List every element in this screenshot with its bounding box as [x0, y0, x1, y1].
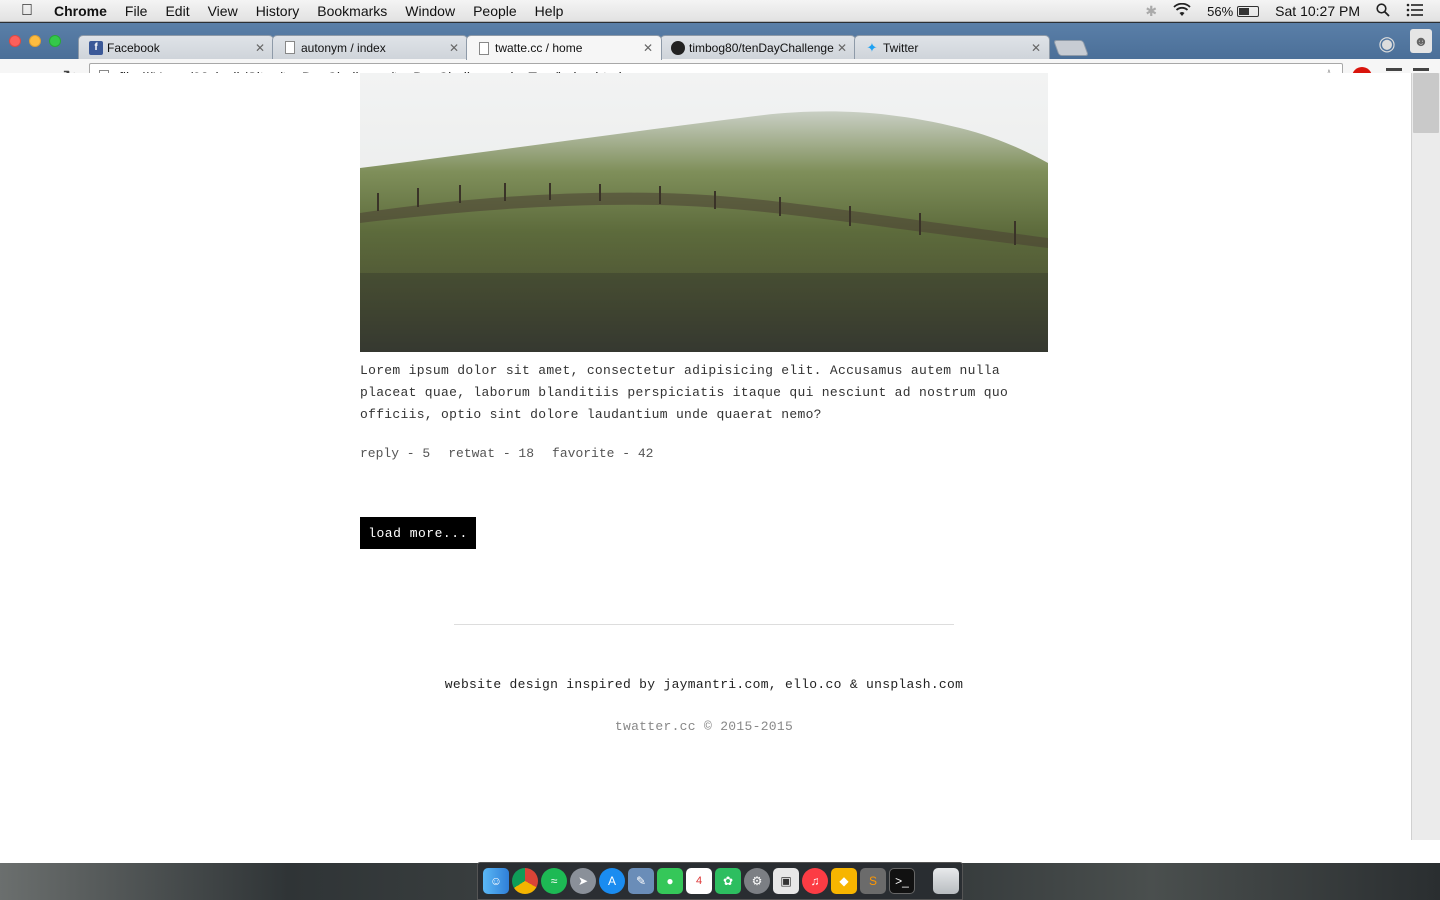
menu-view[interactable]: View — [199, 3, 247, 19]
spotlight-icon[interactable] — [1376, 2, 1390, 20]
calendar-icon[interactable]: 4 — [686, 868, 712, 894]
page-viewport: Lorem ipsum dolor sit amet, consectetur … — [0, 73, 1411, 840]
incognito-icon: ◉ — [1378, 33, 1396, 55]
twitter-icon: ✦ — [866, 39, 878, 55]
battery-indicator[interactable]: 56% — [1207, 3, 1260, 19]
preview-icon[interactable]: ✎ — [628, 868, 654, 894]
messages-icon[interactable]: ● — [657, 868, 683, 894]
launchpad-icon[interactable]: ➤ — [570, 868, 596, 894]
photos-icon[interactable]: ▣ — [773, 868, 799, 894]
apple-icon[interactable]:  — [0, 2, 54, 20]
evernote-icon[interactable]: ✿ — [715, 868, 741, 894]
menu-edit[interactable]: Edit — [156, 3, 198, 19]
tab-twitter[interactable]: ✦ Twitter ✕ — [854, 35, 1050, 59]
macos-dock: ☺ ≈ ➤ A ✎ ● 4 ✿ ⚙ ▣ ♫ ◆ S >_ — [477, 862, 963, 900]
retwat-link[interactable]: retwat - 18 — [448, 446, 534, 461]
tab-autonym[interactable]: autonym / index ✕ — [272, 35, 468, 59]
battery-percent: 56% — [1207, 3, 1234, 19]
footer-divider — [454, 624, 954, 625]
trash-icon[interactable] — [933, 868, 959, 894]
close-tab-icon[interactable]: ✕ — [641, 41, 655, 55]
itunes-icon[interactable]: ♫ — [802, 868, 828, 894]
menu-bookmarks[interactable]: Bookmarks — [308, 3, 396, 19]
system-preferences-icon[interactable]: ⚙ — [744, 868, 770, 894]
close-tab-icon[interactable]: ✕ — [835, 41, 849, 55]
notification-center-icon[interactable] — [1406, 3, 1424, 20]
footer-credit: website design inspired by jaymantri.com… — [444, 677, 964, 692]
github-icon — [671, 40, 685, 55]
finder-icon[interactable]: ☺ — [483, 868, 509, 894]
tab-title: twatte.cc / home — [495, 41, 583, 55]
tab-facebook[interactable]: f Facebook ✕ — [78, 35, 274, 59]
page-icon — [285, 41, 295, 54]
load-more-button[interactable]: load more... — [360, 517, 476, 549]
new-tab-button[interactable] — [1053, 40, 1089, 56]
close-tab-icon[interactable]: ✕ — [1029, 41, 1043, 55]
facebook-icon: f — [89, 40, 103, 55]
page-icon — [479, 41, 489, 55]
close-tab-icon[interactable]: ✕ — [253, 41, 267, 55]
zoom-window-button[interactable] — [49, 35, 61, 47]
close-tab-icon[interactable]: ✕ — [447, 41, 461, 55]
tab-title: Facebook — [107, 40, 160, 55]
menu-history[interactable]: History — [247, 3, 309, 19]
footer-copyright: twatter.cc © 2015-2015 — [614, 719, 794, 734]
page-scrollbar[interactable] — [1411, 73, 1440, 840]
close-window-button[interactable] — [9, 35, 21, 47]
menu-file[interactable]: File — [116, 3, 157, 19]
sublime-text-icon[interactable]: S — [860, 868, 886, 894]
tab-title: Twitter — [883, 40, 919, 55]
sketch-icon[interactable]: ◆ — [831, 868, 857, 894]
tab-title: autonym / index — [301, 40, 386, 55]
app-store-icon[interactable]: A — [599, 868, 625, 894]
favorite-link[interactable]: favorite - 42 — [552, 446, 653, 461]
chrome-icon[interactable] — [512, 868, 538, 894]
spotify-icon[interactable]: ≈ — [541, 868, 567, 894]
menu-app-name[interactable]: Chrome — [54, 3, 116, 19]
menu-help[interactable]: Help — [526, 3, 573, 19]
battery-icon — [1237, 5, 1260, 17]
clock[interactable]: Sat 10:27 PM — [1275, 3, 1360, 19]
minimize-window-button[interactable] — [29, 35, 41, 47]
tab-strip: f Facebook ✕ autonym / index ✕ twatte.cc… — [0, 23, 1440, 60]
tab-twatte-home[interactable]: twatte.cc / home ✕ — [466, 35, 662, 60]
post-actions: reply - 5 retwat - 18 favorite - 42 — [360, 446, 653, 461]
terminal-icon[interactable]: >_ — [889, 868, 915, 894]
scrollbar-thumb[interactable] — [1413, 73, 1439, 133]
bluetooth-icon[interactable]: ✱ — [1145, 3, 1157, 20]
profile-icon[interactable]: ☻ — [1410, 29, 1432, 53]
menu-window[interactable]: Window — [396, 3, 464, 19]
menu-people[interactable]: People — [464, 3, 526, 19]
reply-link[interactable]: reply - 5 — [360, 446, 430, 461]
post-text: Lorem ipsum dolor sit amet, consectetur … — [360, 363, 1009, 422]
wifi-icon[interactable] — [1173, 2, 1191, 20]
tab-github[interactable]: timbog80/tenDayChallenge ✕ — [660, 35, 856, 59]
macos-menu-bar:  Chrome File Edit View History Bookmark… — [0, 0, 1440, 22]
tab-title: timbog80/tenDayChallenge — [689, 40, 834, 55]
post-image — [360, 73, 1048, 352]
